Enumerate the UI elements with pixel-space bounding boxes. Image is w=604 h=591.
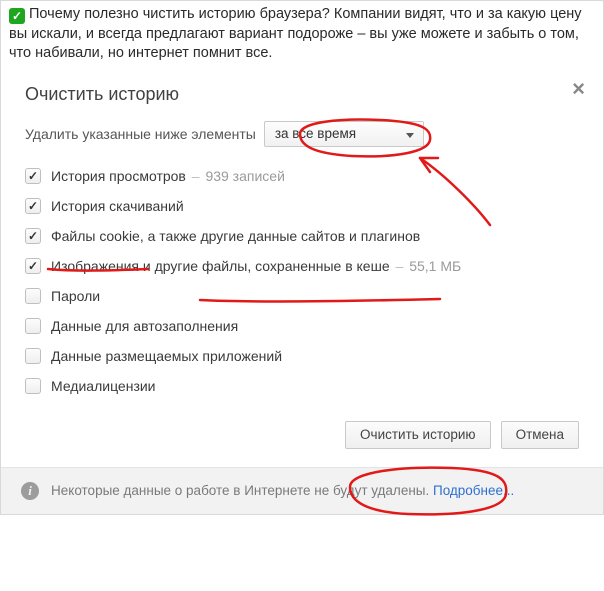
checkbox[interactable] <box>25 318 41 334</box>
list-item: История скачиваний <box>25 191 579 221</box>
list-item: Данные размещаемых приложений <box>25 341 579 371</box>
option-meta: 55,1 МБ <box>409 258 461 274</box>
learn-more-link[interactable]: Подробнее... <box>433 483 514 498</box>
list-item: История просмотров – 939 записей <box>25 161 579 191</box>
checkbox[interactable] <box>25 258 41 274</box>
check-icon: ✓ <box>9 8 25 24</box>
checkbox[interactable] <box>25 348 41 364</box>
checkbox[interactable] <box>25 378 41 394</box>
list-item: Файлы cookie, а также другие данные сайт… <box>25 221 579 251</box>
clear-history-button[interactable]: Очистить историю <box>345 421 491 449</box>
option-label: История скачиваний <box>51 198 184 214</box>
option-label: Медиалицензии <box>51 378 156 394</box>
list-item: Данные для автозаполнения <box>25 311 579 341</box>
list-item: Медиалицензии <box>25 371 579 401</box>
option-label: История просмотров <box>51 168 186 184</box>
list-item: Пароли <box>25 281 579 311</box>
option-label: Файлы cookie, а также другие данные сайт… <box>51 228 420 244</box>
cancel-button[interactable]: Отмена <box>501 421 579 449</box>
option-label: Пароли <box>51 288 100 304</box>
options-list: История просмотров – 939 записей История… <box>25 161 579 401</box>
dialog-title: Очистить историю <box>25 84 179 104</box>
option-label: Данные для автозаполнения <box>51 318 238 334</box>
clear-history-dialog: Очистить историю × Удалить указанные ниж… <box>1 70 603 514</box>
info-icon: i <box>21 482 39 500</box>
option-label: Изображения и другие файлы, сохраненные … <box>51 258 390 274</box>
checkbox[interactable] <box>25 168 41 184</box>
option-meta: 939 записей <box>205 168 284 184</box>
tip-text: Почему полезно чистить историю браузера?… <box>9 6 582 61</box>
time-range-value: за все время <box>275 126 356 141</box>
list-item: Изображения и другие файлы, сохраненные … <box>25 251 579 281</box>
delete-range-label: Удалить указанные ниже элементы <box>25 126 256 142</box>
option-label: Данные размещаемых приложений <box>51 348 282 364</box>
notice-text: Некоторые данные о работе в Интернете не… <box>51 483 514 498</box>
checkbox[interactable] <box>25 228 41 244</box>
time-range-select[interactable]: за все время <box>264 121 424 147</box>
tip-block: ✓Почему полезно чистить историю браузера… <box>1 1 603 70</box>
checkbox[interactable] <box>25 198 41 214</box>
notice-bar: i Некоторые данные о работе в Интернете … <box>1 467 603 514</box>
close-icon[interactable]: × <box>572 78 585 100</box>
checkbox[interactable] <box>25 288 41 304</box>
